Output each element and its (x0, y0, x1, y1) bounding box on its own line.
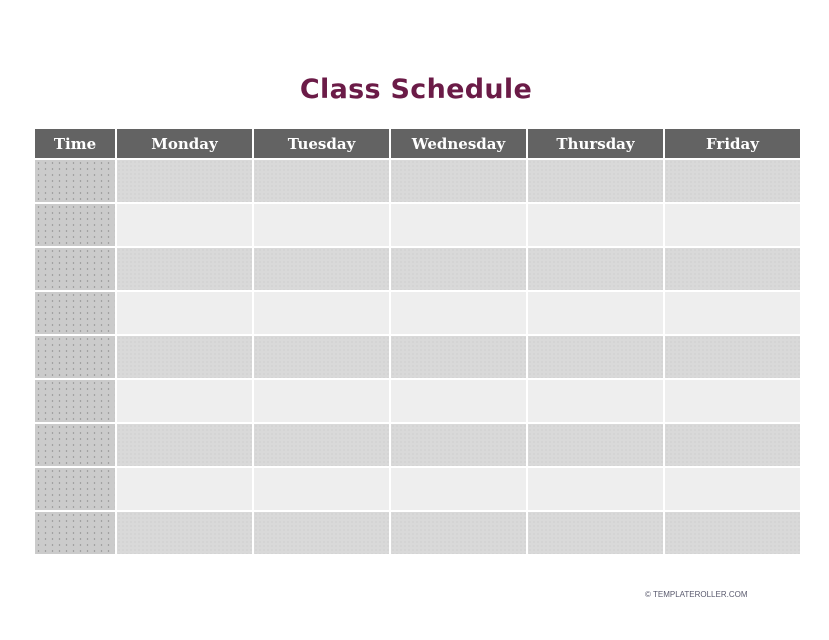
schedule-cell-friday[interactable] (665, 204, 800, 246)
schedule-cell-monday[interactable] (117, 336, 252, 378)
schedule-cell-friday[interactable] (665, 512, 800, 554)
schedule-cell-thursday[interactable] (528, 424, 663, 466)
schedule-cell-monday[interactable] (117, 204, 252, 246)
schedule-cell-monday[interactable] (117, 248, 252, 290)
header-wednesday: Wednesday (391, 129, 526, 158)
schedule-cell-thursday[interactable] (528, 512, 663, 554)
schedule-cell-tuesday[interactable] (254, 204, 389, 246)
header-tuesday: Tuesday (254, 129, 389, 158)
schedule-cell-tuesday[interactable] (254, 512, 389, 554)
schedule-cell-monday[interactable] (117, 160, 252, 202)
time-cell[interactable] (35, 160, 115, 202)
schedule-cell-friday[interactable] (665, 292, 800, 334)
schedule-table: Time Monday Tuesday Wednesday Thursday F… (33, 127, 802, 556)
schedule-cell-friday[interactable] (665, 336, 800, 378)
schedule-cell-thursday[interactable] (528, 380, 663, 422)
schedule-cell-wednesday[interactable] (391, 424, 526, 466)
schedule-cell-thursday[interactable] (528, 160, 663, 202)
table-row (35, 468, 800, 510)
schedule-cell-friday[interactable] (665, 424, 800, 466)
schedule-cell-wednesday[interactable] (391, 204, 526, 246)
time-cell[interactable] (35, 468, 115, 510)
schedule-cell-tuesday[interactable] (254, 424, 389, 466)
schedule-cell-wednesday[interactable] (391, 512, 526, 554)
schedule-cell-thursday[interactable] (528, 204, 663, 246)
header-time: Time (35, 129, 115, 158)
table-row (35, 424, 800, 466)
schedule-cell-friday[interactable] (665, 380, 800, 422)
header-thursday: Thursday (528, 129, 663, 158)
schedule-cell-thursday[interactable] (528, 292, 663, 334)
copyright-footer: © TEMPLATEROLLER.COM (645, 590, 748, 599)
schedule-cell-thursday[interactable] (528, 336, 663, 378)
table-row (35, 160, 800, 202)
schedule-cell-monday[interactable] (117, 380, 252, 422)
table-row (35, 248, 800, 290)
schedule-cell-friday[interactable] (665, 160, 800, 202)
header-row: Time Monday Tuesday Wednesday Thursday F… (35, 129, 800, 158)
schedule-cell-wednesday[interactable] (391, 160, 526, 202)
schedule-cell-wednesday[interactable] (391, 336, 526, 378)
table-row (35, 204, 800, 246)
time-cell[interactable] (35, 248, 115, 290)
time-cell[interactable] (35, 424, 115, 466)
header-friday: Friday (665, 129, 800, 158)
schedule-cell-monday[interactable] (117, 424, 252, 466)
time-cell[interactable] (35, 336, 115, 378)
page-title: Class Schedule (299, 74, 533, 105)
schedule-cell-wednesday[interactable] (391, 292, 526, 334)
schedule-cell-tuesday[interactable] (254, 468, 389, 510)
schedule-cell-tuesday[interactable] (254, 336, 389, 378)
schedule-cell-wednesday[interactable] (391, 468, 526, 510)
table-row (35, 512, 800, 554)
schedule-cell-thursday[interactable] (528, 468, 663, 510)
table-row (35, 380, 800, 422)
time-cell[interactable] (35, 292, 115, 334)
time-cell[interactable] (35, 380, 115, 422)
schedule-cell-monday[interactable] (117, 292, 252, 334)
schedule-cell-friday[interactable] (665, 468, 800, 510)
schedule-cell-wednesday[interactable] (391, 248, 526, 290)
time-cell[interactable] (35, 204, 115, 246)
schedule-cell-wednesday[interactable] (391, 380, 526, 422)
schedule-cell-monday[interactable] (117, 512, 252, 554)
header-monday: Monday (117, 129, 252, 158)
table-row (35, 336, 800, 378)
table-row (35, 292, 800, 334)
schedule-cell-tuesday[interactable] (254, 160, 389, 202)
schedule-cell-tuesday[interactable] (254, 292, 389, 334)
schedule-cell-friday[interactable] (665, 248, 800, 290)
time-cell[interactable] (35, 512, 115, 554)
schedule-cell-tuesday[interactable] (254, 380, 389, 422)
schedule-cell-tuesday[interactable] (254, 248, 389, 290)
schedule-cell-thursday[interactable] (528, 248, 663, 290)
schedule-cell-monday[interactable] (117, 468, 252, 510)
